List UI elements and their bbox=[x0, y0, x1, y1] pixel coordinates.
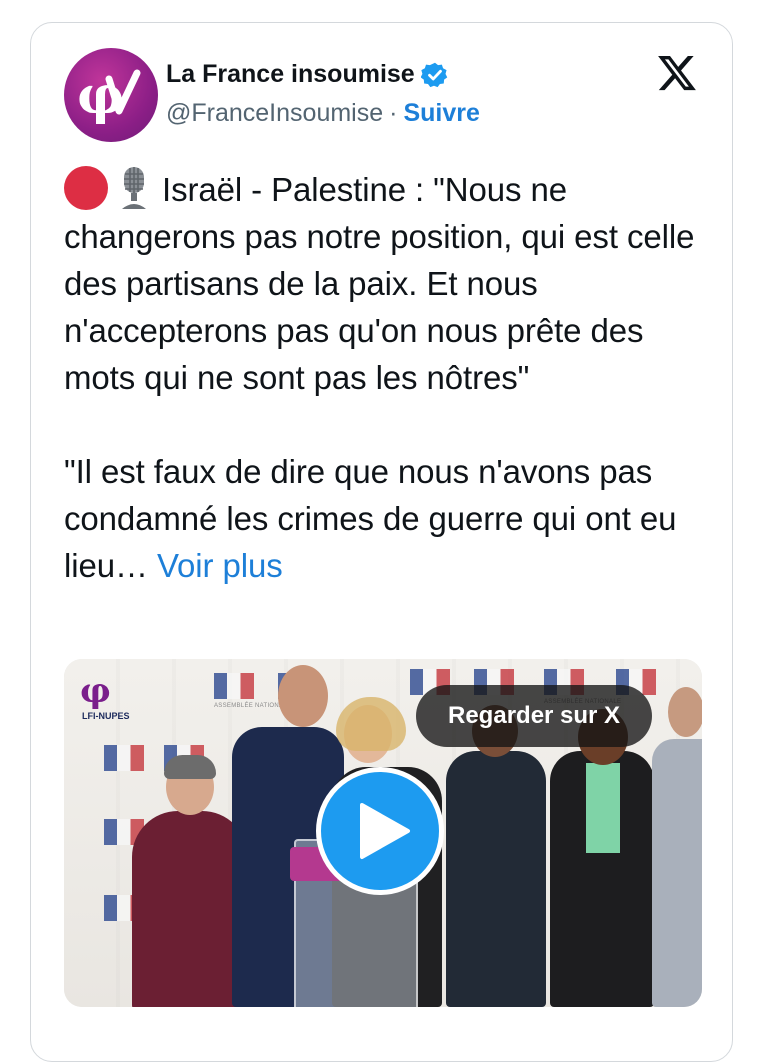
person-head bbox=[668, 687, 702, 737]
account-handle[interactable]: @FranceInsoumise bbox=[166, 99, 383, 127]
account-avatar[interactable]: φ bbox=[64, 48, 158, 142]
lfi-nupes-text: LFI-NUPES bbox=[82, 711, 130, 721]
tweet-paragraph-2: "Il est faux de dire que nous n'avons pa… bbox=[64, 453, 677, 584]
account-name[interactable]: La France insoumise bbox=[166, 60, 449, 89]
tweet-text: Israël - Palestine : "Nous ne changerons… bbox=[64, 165, 714, 589]
person-shirt bbox=[586, 763, 620, 853]
lfi-nupes-logo: φ LFI-NUPES bbox=[80, 671, 132, 725]
person-hair bbox=[164, 755, 216, 779]
watch-on-x-button[interactable]: Regarder sur X bbox=[416, 685, 653, 747]
handle-row: @FranceInsoumise · Suivre bbox=[166, 99, 480, 128]
studio-microphone-icon bbox=[122, 167, 146, 209]
tweet-paragraph-1: Israël - Palestine : "Nous ne changerons… bbox=[64, 171, 695, 396]
see-more-link[interactable]: Voir plus bbox=[157, 547, 283, 584]
person-edge bbox=[652, 739, 702, 1007]
verified-badge-icon bbox=[420, 62, 447, 87]
play-button[interactable] bbox=[316, 767, 444, 895]
follow-button[interactable]: Suivre bbox=[403, 99, 479, 127]
red-circle-icon bbox=[64, 166, 108, 210]
video-media[interactable]: ASSEMBLÉE NATIONALE ASSEMBLÉE NATIONALE … bbox=[64, 659, 702, 1007]
x-logo-icon[interactable] bbox=[655, 52, 699, 94]
person-head bbox=[278, 665, 328, 727]
play-icon bbox=[360, 803, 410, 859]
backdrop-flag bbox=[104, 745, 144, 771]
person-right-man bbox=[446, 751, 546, 1007]
person-left bbox=[132, 811, 248, 1007]
backdrop-flag bbox=[214, 673, 254, 699]
lfi-symbol-icon: φ bbox=[80, 671, 111, 711]
lfi-logo-icon: φ bbox=[77, 65, 141, 125]
separator-dot: · bbox=[389, 99, 398, 127]
tweet-card[interactable]: φ La France insoumise @FranceInsoumise · S… bbox=[30, 22, 733, 1062]
account-name-text[interactable]: La France insoumise bbox=[166, 60, 415, 89]
